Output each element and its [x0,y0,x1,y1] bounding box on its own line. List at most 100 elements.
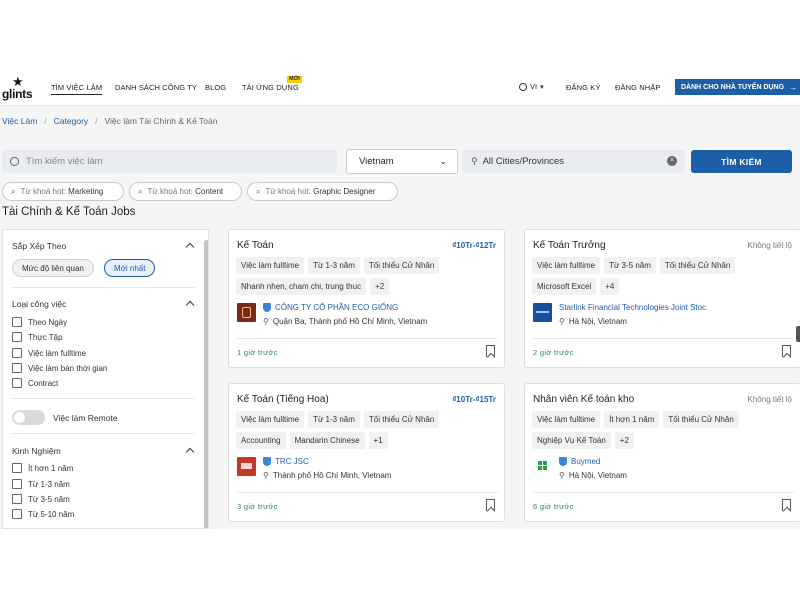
job-type-option[interactable]: Việc làm fulltime [12,348,86,358]
hot-keyword-chip[interactable]: ⌕ Từ khoá hot: Marketing [2,182,124,201]
checkbox[interactable] [12,479,22,489]
sort-newest-pill[interactable]: Mới nhất [104,259,156,277]
job-card[interactable]: Nhân viên Kế toán kho Không tiết lộ Việc… [524,383,800,522]
company-logo [533,303,552,322]
experience-option[interactable]: Từ 5-10 năm [12,509,74,519]
job-salary: Không tiết lộ [747,395,792,404]
arrow-right-icon: → [789,82,798,92]
job-tag-more: +4 [600,278,620,295]
job-tag: Việc làm fulltime [532,411,601,428]
job-tag-more: +2 [614,432,634,449]
job-type-option[interactable]: Contract [12,378,58,388]
company-info: Buymed ⚲ Hà Nội, Vietnam [533,457,627,480]
search-button[interactable]: TÌM KIẾM [691,150,792,173]
top-navbar: ★ glints TÌM VIỆC LÀM DANH SÁCH CÔNG TY … [0,72,800,106]
filter-scrollbar[interactable] [204,240,208,528]
register-link[interactable]: ĐĂNG KÝ [566,83,600,92]
chevron-up-icon[interactable] [186,299,194,307]
job-title[interactable]: Kế Toán [237,240,274,251]
bookmark-icon[interactable] [782,345,791,357]
checkbox[interactable] [12,363,22,373]
nav-find-jobs[interactable]: TÌM VIỆC LÀM [51,83,103,95]
experience-option[interactable]: Ít hơn 1 năm [12,463,73,473]
nav-blog[interactable]: BLOG [205,83,226,92]
checkbox[interactable] [12,509,22,519]
job-card[interactable]: Kế Toán ₫10Tr-₫12Tr Việc làm fulltime Từ… [228,229,505,368]
breadcrumb-jobs[interactable]: Việc Làm [2,116,37,126]
job-search-input[interactable]: Tìm kiếm việc làm [2,150,337,173]
glints-logo[interactable]: ★ glints [2,75,38,101]
location-pin-icon: ⚲ [263,471,269,480]
divider [12,398,195,399]
job-card[interactable]: Kế Toán (Tiếng Hoa) ₫10Tr-₫15Tr Việc làm… [228,383,505,522]
breadcrumb-category[interactable]: Category [54,116,89,126]
job-type-option[interactable]: Thực Tập [12,332,63,342]
job-title[interactable]: Kế Toán (Tiếng Hoa) [237,394,329,405]
side-feedback-tab[interactable] [796,326,800,342]
country-select[interactable]: Vietnam ⌄ [346,149,458,174]
card-divider [237,492,498,493]
chevron-up-icon[interactable] [186,241,194,249]
company-name[interactable]: Buymed [571,457,600,466]
job-tag: Ít hơn 1 năm [604,411,660,428]
location-pin-icon: ⚲ [559,317,565,326]
login-link[interactable]: ĐĂNG NHẬP [615,83,661,92]
language-selector[interactable]: VI ▾ [519,82,544,91]
job-tag: Việc làm fulltime [236,257,305,274]
location-pin-icon: ⚲ [471,156,478,166]
experience-option[interactable]: Từ 3-5 năm [12,494,70,504]
hot-keyword-chip[interactable]: ⌕ Từ khoá hot: Content [129,182,242,201]
employer-button[interactable]: DÀNH CHO NHÀ TUYỂN DỤNG → [675,79,800,95]
job-type-option[interactable]: Theo Ngày [12,317,67,327]
checkbox[interactable] [12,494,22,504]
job-tag: Tối thiểu Cử Nhân [363,411,440,428]
job-salary: ₫10Tr-₫12Tr [452,241,496,250]
checkbox[interactable] [12,317,22,327]
divider [12,433,195,434]
bookmark-icon[interactable] [486,499,495,511]
country-value: Vietnam [359,156,394,167]
job-title[interactable]: Kế Toán Trưởng [533,240,606,251]
search-icon: ⌕ [11,186,16,196]
clear-icon[interactable]: × [667,156,677,166]
city-input[interactable]: ⚲ All Cities/Provinces × [462,150,685,173]
job-card[interactable]: Kế Toán Trưởng Không tiết lộ Việc làm fu… [524,229,800,368]
experience-option[interactable]: Từ 1-3 năm [12,479,70,489]
company-info: CÔNG TY CỔ PHẦN ECO GIỐNG ⚲ Quận Ba, Thàn… [237,303,427,326]
company-name[interactable]: Starlink Financial Technologies Joint St… [559,303,706,312]
job-type-option[interactable]: Việc làm bán thời gian [12,363,107,373]
checkbox[interactable] [12,463,22,473]
job-tag: Việc làm fulltime [532,257,601,274]
card-divider [533,492,794,493]
verified-shield-icon [263,303,271,312]
divider [12,287,195,288]
job-location: Thành phố Hồ Chí Minh, Vietnam [272,471,392,480]
checkbox[interactable] [12,332,22,342]
hot-keyword-text: Marketing [68,187,104,196]
sort-relevance-pill[interactable]: Mức độ liên quan [12,259,94,277]
remote-toggle[interactable] [12,410,45,425]
company-name[interactable]: CÔNG TY CỔ PHẦN ECO GIỐNG [275,303,398,312]
language-code: VI [530,82,538,91]
job-tag: Tối thiểu Cử Nhân [363,257,440,274]
option-label: Từ 3-5 năm [28,494,70,504]
company-name[interactable]: TRC JSC [275,457,309,466]
location-pin-icon: ⚲ [559,471,565,480]
breadcrumb-current: Việc làm Tài Chính & Kế Toán [104,116,218,126]
bookmark-icon[interactable] [486,345,495,357]
checkbox[interactable] [12,378,22,388]
job-tag: Từ 1-3 năm [308,411,360,428]
job-type-heading: Loại công việc [12,299,67,309]
chevron-up-icon[interactable] [186,446,194,454]
search-icon: ⌕ [256,186,261,196]
experience-heading: Kinh Nghiệm [12,446,61,456]
checkbox[interactable] [12,348,22,358]
nav-company-list[interactable]: DANH SÁCH CÔNG TY [115,83,197,92]
nav-download-app[interactable]: TẢI ỨNG DỤNG [242,83,299,92]
hot-keyword-chip[interactable]: ⌕ Từ khoá hot: Graphic Designer [247,182,398,201]
chevron-down-icon: ⌄ [439,156,447,166]
job-tag: Tối thiểu Cử Nhân [659,257,736,274]
bookmark-icon[interactable] [782,499,791,511]
job-title[interactable]: Nhân viên Kế toán kho [533,394,634,405]
search-icon: ⌕ [138,186,143,196]
